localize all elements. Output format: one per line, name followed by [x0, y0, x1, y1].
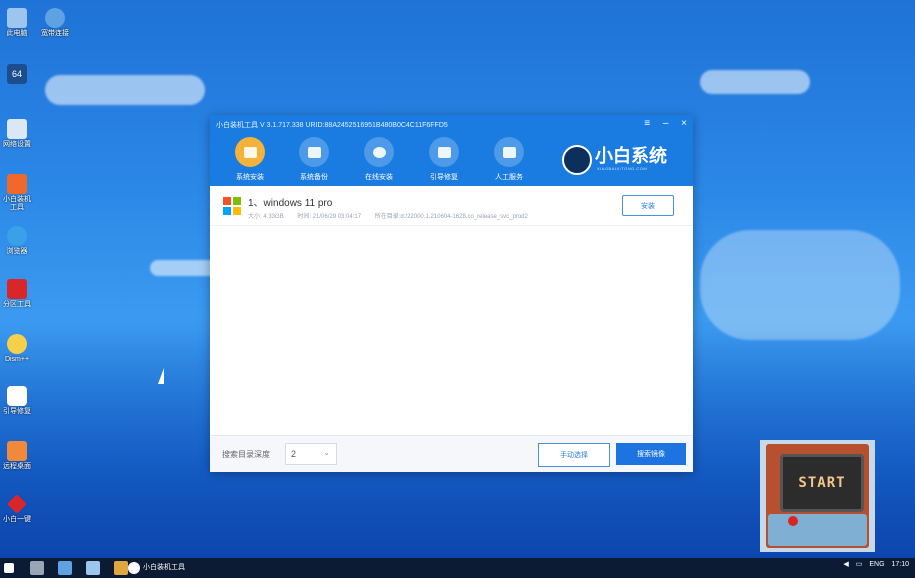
clock[interactable]: 17:10 [891, 561, 909, 568]
boot-repair-icon [429, 137, 459, 167]
folder-icon[interactable] [114, 561, 128, 575]
search-depth-value: 2 [291, 449, 297, 459]
system-backup-icon [299, 137, 329, 167]
window-title: 小白装机工具 V 3.1.717.338 URID:88A2452516951B… [216, 122, 448, 129]
desktop-icon-installer[interactable]: 小白装机工具 [0, 174, 34, 212]
cloud [700, 70, 810, 94]
support-icon [494, 137, 524, 167]
minimize-icon[interactable]: – [663, 118, 669, 129]
desktop-icons: 此电脑 宽带连接 64 网络设置 小白装机工具 浏览器 分区工具 Dism++ … [0, 4, 70, 544]
start-icon[interactable] [4, 563, 14, 573]
tab-system-install[interactable]: 系统安装 [224, 137, 276, 182]
chevron-down-icon: ⌄ [323, 448, 330, 457]
joystick-icon [788, 516, 798, 526]
install-button[interactable]: 安装 [622, 195, 674, 216]
installer-window: 小白装机工具 V 3.1.717.338 URID:88A2452516951B… [210, 115, 693, 472]
menu-icon[interactable]: ≡ [644, 118, 650, 129]
search-depth-label: 搜索目录深度 [222, 450, 270, 459]
browser-icon [7, 226, 27, 246]
desktop-icon-64[interactable]: 64 [0, 64, 34, 84]
search-image-button[interactable]: 搜索镜像 [616, 443, 686, 465]
desktop-icon-partition[interactable]: 分区工具 [0, 279, 34, 309]
taskbar-app-label[interactable]: 小白装机工具 [143, 562, 185, 572]
arcade-screen: START [780, 454, 864, 512]
grid-icon [7, 119, 27, 139]
windows-logo-icon [223, 197, 241, 215]
taskbar: 小白装机工具 ◀ ▭ ENG 17:10 [0, 558, 915, 578]
window-footer: 搜索目录深度 2 ⌄ 手动选择 搜索镜像 [210, 435, 693, 472]
image-title: 1、windows 11 pro [248, 198, 333, 209]
sailboat-icon [158, 368, 164, 384]
network-icon [45, 8, 65, 28]
keyboard-icon[interactable]: ▭ [856, 561, 863, 568]
brand-name: 小白系统 [595, 146, 667, 166]
x64-icon: 64 [7, 64, 27, 84]
speaker-icon[interactable]: ◀ [843, 561, 848, 568]
system-tray: ◀ ▭ ENG 17:10 [838, 560, 909, 568]
arcade-panel [768, 514, 867, 546]
desktop-icon-boot-repair[interactable]: 引导修复 [0, 386, 34, 416]
arcade-start-text: START [798, 475, 846, 491]
image-size: 大小: 4.33GB [248, 214, 284, 220]
arcade-cabinet: START [766, 444, 869, 548]
image-meta: 大小: 4.33GB 时间: 21/06/29 03:04:17 所在目录:d:… [248, 211, 540, 220]
arcade-widget: START [760, 440, 875, 552]
partition-tool-icon [7, 279, 27, 299]
desktop-icon-browser[interactable]: 浏览器 [0, 226, 34, 256]
computer-icon [7, 8, 27, 28]
close-icon[interactable]: × [681, 118, 687, 129]
computer-icon[interactable] [86, 561, 100, 575]
image-date: 时间: 21/06/29 03:04:17 [297, 214, 362, 220]
dism-icon [7, 334, 27, 354]
desktop-icon-onekey[interactable]: 小白一键 [0, 494, 34, 524]
image-path: 所在目录:d:/22000.1.210604-1628.co_release_s… [374, 214, 528, 220]
cloud [700, 230, 900, 340]
window-header: 小白装机工具 V 3.1.717.338 URID:88A2452516951B… [210, 115, 693, 186]
tab-online-install[interactable]: 在线安装 [353, 137, 405, 182]
tab-system-backup[interactable]: 系统备份 [288, 137, 340, 182]
online-install-icon [364, 137, 394, 167]
search-depth-select[interactable]: 2 ⌄ [285, 443, 337, 465]
image-list-item[interactable]: 1、windows 11 pro 大小: 4.33GB 时间: 21/06/29… [210, 187, 693, 226]
pen-icon[interactable] [30, 561, 44, 575]
brand-sub: XIAOBAIXITONG.COM [597, 166, 648, 171]
remote-icon [7, 441, 27, 461]
network-icon[interactable] [58, 561, 72, 575]
window-controls: ≡ – × [634, 118, 687, 129]
desktop-icon-this-pc[interactable]: 此电脑 [0, 8, 34, 38]
desktop-icon-network-settings[interactable]: 网络设置 [0, 119, 34, 149]
brand-logo-icon [562, 145, 592, 175]
system-install-icon [235, 137, 265, 167]
diamond-icon [7, 494, 27, 514]
manual-select-button[interactable]: 手动选择 [538, 443, 610, 467]
installer-app-icon[interactable] [128, 562, 140, 574]
installer-icon [7, 174, 27, 194]
boot-icon [7, 386, 27, 406]
tab-support[interactable]: 人工服务 [483, 137, 535, 182]
desktop-icon-dism[interactable]: Dism++ [0, 334, 34, 364]
desktop-icon-remote[interactable]: 远程桌面 [0, 441, 34, 471]
tab-boot-repair[interactable]: 引导修复 [418, 137, 470, 182]
desktop-icon-broadband[interactable]: 宽带连接 [38, 8, 72, 38]
language-indicator[interactable]: ENG [869, 561, 884, 568]
